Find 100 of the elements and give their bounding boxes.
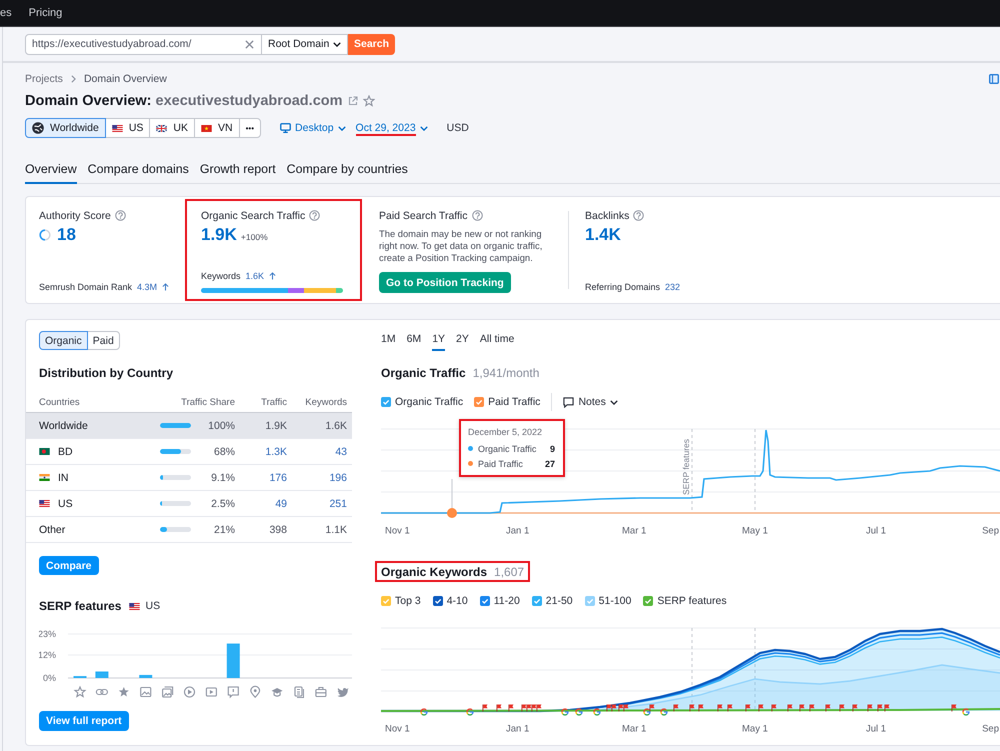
flag-marker-icon	[690, 704, 694, 712]
legend-toggle[interactable]: Paid Traffic	[474, 396, 540, 408]
table-row[interactable]: BD 68% 1.3K 43	[26, 439, 352, 465]
metric-value[interactable]: 1.9K	[201, 225, 237, 245]
axis-label: Jul 1	[866, 724, 886, 734]
table-row[interactable]: Worldwide 100% 1.9K 1.6K	[26, 413, 352, 439]
flag-marker-icon	[840, 704, 844, 712]
chart-title: Organic Traffic	[381, 365, 466, 381]
footer-label: Keywords	[201, 270, 241, 280]
metric-value[interactable]: 18	[57, 225, 76, 245]
database-tab[interactable]: US	[104, 118, 150, 138]
panel-icon[interactable]	[989, 74, 999, 84]
external-link-icon[interactable]	[348, 96, 358, 106]
chart-bar	[226, 644, 240, 678]
g-marker-icon	[575, 708, 583, 716]
metric-value[interactable]: 1.4K	[585, 225, 621, 245]
nav-link[interactable]: Pricing	[28, 7, 62, 19]
keywords-link[interactable]: 43	[287, 446, 347, 458]
toggle-button[interactable]: Paid	[86, 331, 120, 350]
section-title: SERP features	[39, 598, 122, 614]
video-icon	[206, 687, 217, 697]
country-name: IN	[58, 472, 68, 484]
axis-label: Jul 1	[866, 526, 886, 536]
column-header: Traffic	[260, 397, 287, 408]
legend-toggle[interactable]: 4-10	[432, 595, 468, 607]
period-tab[interactable]: All time	[480, 331, 514, 351]
device-dropdown[interactable]: Desktop	[280, 118, 346, 138]
database-tab[interactable]: UK	[149, 118, 196, 138]
gallery-icon	[162, 686, 174, 698]
table-row[interactable]: Other 21% 398 1.1K	[26, 517, 352, 543]
flag-icon	[201, 124, 212, 132]
date-dropdown[interactable]: Oct 29, 2023	[356, 118, 428, 138]
flag-marker-icon	[718, 704, 722, 712]
axis-label: Sep	[982, 724, 999, 734]
flag-marker-icon	[952, 704, 956, 712]
country-name: US	[58, 498, 73, 510]
card-title: Authority Score	[39, 210, 111, 222]
breadcrumb-link[interactable]: Projects	[25, 73, 63, 85]
g-marker-icon	[466, 708, 474, 716]
table-row[interactable]: IN 9.1% 176 196	[26, 465, 352, 491]
database-tab[interactable]: VN	[194, 118, 240, 138]
clear-icon[interactable]	[245, 40, 254, 48]
star-icon[interactable]	[362, 95, 375, 107]
database-tab[interactable]: •••	[238, 118, 262, 138]
chevron-down-icon	[420, 126, 428, 130]
flag-icon	[39, 500, 50, 507]
bird-icon	[337, 688, 349, 697]
legend-toggle[interactable]: Organic Traffic	[381, 396, 464, 408]
footer-value[interactable]: 4.3M	[137, 282, 158, 292]
tab[interactable]: Compare by countries	[286, 156, 408, 184]
flag-marker-icon	[674, 704, 678, 712]
traffic-link[interactable]: 49	[235, 498, 287, 510]
tab[interactable]: Compare domains	[88, 156, 189, 184]
flag-marker-icon	[746, 704, 750, 712]
card-description: The domain may be new or not ranking right now. To get data on organic traffic, create a Position Tracking campaign.	[379, 228, 544, 264]
chart-value: 1,941/month	[472, 366, 540, 380]
legend-toggle[interactable]: 51-100	[584, 595, 632, 607]
monitor-icon	[280, 123, 292, 133]
flag-icon	[129, 602, 140, 610]
toggle-button[interactable]: Organic	[39, 331, 88, 350]
traffic-link[interactable]: 1.3K	[235, 446, 287, 458]
period-tab[interactable]: 1M	[381, 331, 396, 351]
tooltip-value: 27	[544, 458, 555, 468]
flag-icon	[39, 474, 50, 481]
chevron-down-icon	[610, 400, 618, 404]
chart-title: Organic Keywords	[381, 564, 488, 580]
domain-search-field[interactable]: https://executivestudyabroad.com/	[25, 34, 262, 54]
period-tab[interactable]: 1Y	[432, 331, 446, 351]
period-tab[interactable]: 2Y	[456, 331, 469, 351]
tab[interactable]: Growth report	[200, 156, 276, 184]
table-cell-text: 1.9K	[264, 420, 287, 432]
briefcase-icon	[315, 686, 326, 698]
keywords-link[interactable]: 196	[287, 472, 347, 484]
footer-value[interactable]: 232	[665, 282, 680, 292]
card-title: Backlinks	[585, 210, 630, 222]
keywords-link[interactable]: 251	[287, 498, 347, 510]
country-name: Other	[39, 524, 66, 536]
flag-marker-icon	[810, 704, 814, 712]
scope-dropdown[interactable]: Root Domain	[262, 34, 348, 54]
legend-toggle[interactable]: Top 3	[381, 595, 421, 607]
period-tab[interactable]: 6M	[406, 331, 422, 351]
notes-dropdown[interactable]: Notes	[563, 396, 618, 408]
nav-link[interactable]: es	[0, 7, 12, 19]
country-label: US	[145, 600, 160, 612]
legend-toggle[interactable]: 11-20	[480, 595, 520, 607]
tooltip-label: Organic Traffic	[478, 444, 536, 454]
flag-marker-icon	[826, 704, 830, 712]
flag-marker-icon	[508, 704, 514, 712]
hover-point-icon	[447, 508, 457, 518]
footer-value[interactable]: 1.6K	[246, 270, 264, 280]
table-cell-text: 398	[268, 524, 287, 536]
g-marker-icon	[561, 708, 569, 716]
table-row[interactable]: US 2.5% 49 251	[26, 491, 352, 517]
legend-toggle[interactable]: 21-50	[532, 595, 573, 607]
database-tab[interactable]: Worldwide	[25, 118, 106, 138]
column-header: Keywords	[304, 397, 347, 408]
legend-toggle[interactable]: SERP features	[643, 595, 727, 607]
traffic-link[interactable]: 176	[235, 472, 287, 484]
tab[interactable]: Overview	[25, 156, 77, 184]
axis-label: 0%	[42, 673, 56, 683]
